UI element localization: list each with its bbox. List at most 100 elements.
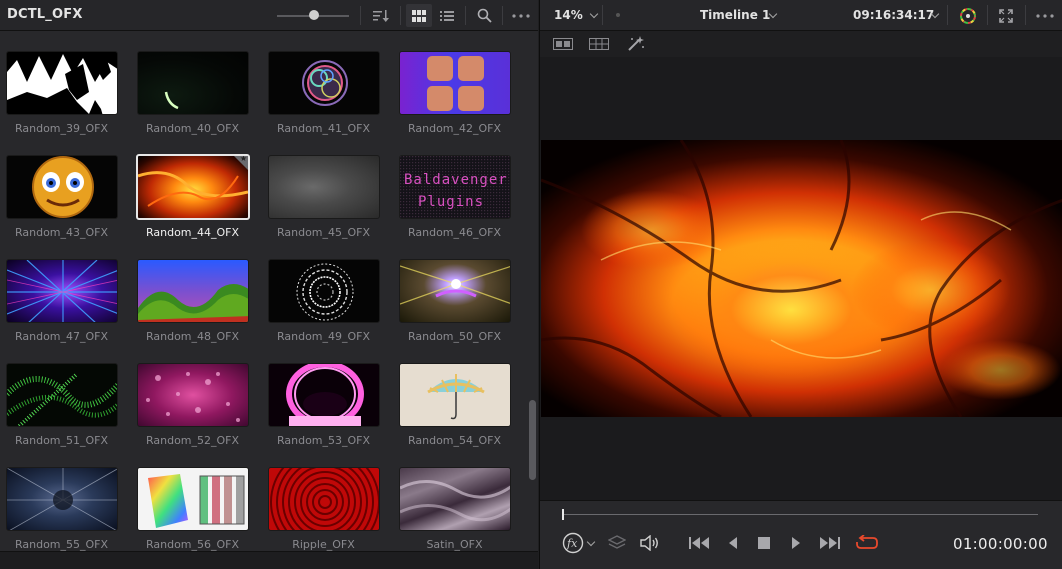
volume-icon bbox=[640, 535, 658, 551]
clip-grid: Random_39_OFX Random_40_OFX Random_41_OF… bbox=[0, 32, 528, 551]
step-back-icon bbox=[729, 537, 737, 549]
clip-label: Random_51_OFX bbox=[14, 434, 109, 447]
clip-thumbnail[interactable] bbox=[6, 51, 118, 115]
step-back-button[interactable] bbox=[723, 532, 743, 554]
thumbnail-image bbox=[138, 171, 248, 207]
clip-thumbnail[interactable] bbox=[137, 467, 249, 531]
zoom-level[interactable]: 14% bbox=[554, 8, 583, 22]
viewer-panel: 14% Timeline 1 09:16:34:17 fx 01:00:00:0… bbox=[539, 0, 1062, 569]
clip-thumbnail[interactable] bbox=[6, 155, 118, 219]
clip-thumbnail-selected[interactable]: ★ bbox=[136, 154, 250, 220]
star-icon: ★ bbox=[239, 154, 247, 163]
svg-text:Baldavenger: Baldavenger bbox=[404, 172, 508, 188]
bin-footer bbox=[0, 551, 538, 569]
clip-thumbnail[interactable] bbox=[399, 363, 511, 427]
clip-label: Random_48_OFX bbox=[145, 330, 240, 343]
stop-button[interactable] bbox=[754, 532, 774, 554]
viewer-mode-icon bbox=[553, 38, 573, 50]
clip-thumbnail[interactable] bbox=[268, 259, 380, 323]
thumbnail-image: Baldavenger Plugins bbox=[400, 156, 510, 218]
bin-scrollbar[interactable] bbox=[529, 400, 536, 480]
play-button[interactable] bbox=[786, 532, 806, 554]
thumbnail-image bbox=[32, 156, 94, 218]
clip-thumbnail[interactable] bbox=[268, 467, 380, 531]
clip-label-selected: Random_44_OFX bbox=[145, 226, 240, 239]
viewer-header: 14% Timeline 1 09:16:34:17 bbox=[540, 0, 1062, 31]
sort-icon bbox=[373, 9, 389, 22]
header-divider bbox=[947, 5, 948, 25]
multi-viewer-button[interactable] bbox=[587, 34, 611, 54]
search-button[interactable] bbox=[471, 4, 497, 27]
clip-thumbnail[interactable] bbox=[399, 51, 511, 115]
search-icon bbox=[477, 8, 492, 23]
layers-button[interactable] bbox=[607, 532, 627, 554]
skip-to-end-button[interactable] bbox=[817, 532, 841, 554]
clip-thumbnail[interactable] bbox=[137, 51, 249, 115]
scrubber-track[interactable] bbox=[562, 514, 1038, 515]
layers-icon bbox=[608, 535, 626, 549]
thumbnail-size-slider-handle[interactable] bbox=[309, 10, 319, 20]
clip-thumbnail[interactable] bbox=[399, 467, 511, 531]
clip-thumbnail[interactable] bbox=[268, 363, 380, 427]
loop-button[interactable] bbox=[854, 532, 880, 554]
clip-label: Random_45_OFX bbox=[276, 226, 371, 239]
grid-view-button[interactable] bbox=[406, 4, 432, 27]
record-timecode: 01:00:00:00 bbox=[953, 535, 1048, 553]
volume-button[interactable] bbox=[639, 532, 661, 554]
header-divider bbox=[360, 6, 361, 25]
source-timecode[interactable]: 09:16:34:17 bbox=[853, 8, 934, 22]
more-options-button[interactable] bbox=[508, 4, 534, 27]
timeline-name[interactable]: Timeline 1 bbox=[700, 8, 770, 22]
viewer-image[interactable] bbox=[541, 140, 1062, 417]
magic-wand-icon bbox=[628, 36, 644, 51]
thumbnail-image bbox=[400, 265, 510, 305]
clip-thumbnail[interactable] bbox=[268, 51, 380, 115]
clip-thumbnail[interactable] bbox=[268, 155, 380, 219]
clip-label: Random_42_OFX bbox=[407, 122, 502, 135]
playhead[interactable] bbox=[562, 509, 564, 520]
clip-thumbnail[interactable] bbox=[399, 259, 511, 323]
list-view-button[interactable] bbox=[434, 4, 460, 27]
clip-label: Random_50_OFX bbox=[407, 330, 502, 343]
clip-thumbnail[interactable] bbox=[137, 363, 249, 427]
svg-text:Plugins: Plugins bbox=[418, 194, 484, 210]
svg-text:fx: fx bbox=[566, 537, 578, 550]
stop-icon bbox=[758, 537, 770, 549]
clip-thumbnail[interactable] bbox=[6, 467, 118, 531]
color-wheel-button[interactable] bbox=[957, 5, 979, 26]
chevron-down-icon[interactable] bbox=[589, 9, 599, 19]
bin-header: DCTL_OFX bbox=[0, 0, 538, 31]
thumbnail-image bbox=[7, 468, 117, 530]
thumbnail-image bbox=[148, 474, 245, 528]
viewer-more-options-button[interactable] bbox=[1032, 5, 1058, 26]
clip-label: Random_43_OFX bbox=[14, 226, 109, 239]
thumbnail-image bbox=[270, 468, 379, 530]
single-viewer-button[interactable] bbox=[551, 34, 575, 54]
clip-thumbnail[interactable]: Baldavenger Plugins bbox=[399, 155, 511, 219]
skip-to-end-icon bbox=[820, 537, 840, 549]
chevron-down-icon[interactable] bbox=[586, 537, 596, 547]
header-divider bbox=[465, 6, 466, 25]
list-view-icon bbox=[440, 10, 454, 21]
skip-to-start-button[interactable] bbox=[688, 532, 712, 554]
effects-fx-icon: fx bbox=[562, 532, 584, 554]
sort-button[interactable] bbox=[368, 4, 394, 27]
more-options-icon bbox=[1036, 13, 1054, 18]
viewer-toolbar bbox=[540, 31, 1062, 57]
multicam-icon bbox=[589, 38, 609, 50]
more-options-icon bbox=[512, 13, 530, 18]
clip-label: Random_56_OFX bbox=[145, 538, 240, 551]
loop-icon bbox=[856, 535, 878, 549]
thumbnail-image bbox=[400, 480, 510, 522]
clip-thumbnail[interactable] bbox=[6, 259, 118, 323]
fullscreen-button[interactable] bbox=[995, 5, 1017, 26]
clip-label: Random_47_OFX bbox=[14, 330, 109, 343]
effects-button[interactable]: fx bbox=[560, 532, 586, 554]
clip-thumbnail[interactable] bbox=[137, 259, 249, 323]
thumbnail-image bbox=[146, 372, 240, 422]
magic-wand-button[interactable] bbox=[624, 34, 648, 54]
clip-thumbnail[interactable] bbox=[6, 363, 118, 427]
thumbnail-image bbox=[7, 372, 117, 426]
thumbnail-image bbox=[427, 56, 484, 111]
skip-to-start-icon bbox=[689, 537, 709, 549]
